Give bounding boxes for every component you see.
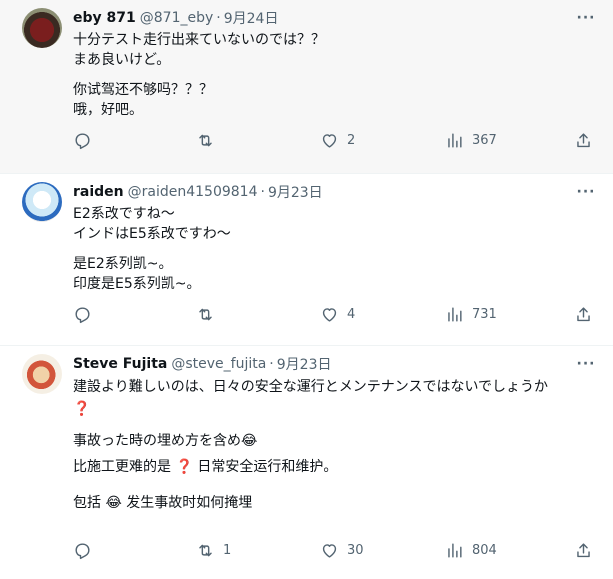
views-icon (448, 132, 462, 148)
reply-button[interactable] (73, 305, 100, 324)
like-count: 4 (347, 306, 356, 322)
retweet-button[interactable] (196, 131, 223, 150)
like-button[interactable]: 2 (320, 131, 355, 150)
like-button[interactable]: 4 (320, 305, 355, 324)
reply-icon (75, 306, 90, 323)
user-handle[interactable]: @steve_fujita (171, 356, 266, 372)
share-icon (577, 542, 590, 557)
like-count: 30 (347, 542, 364, 558)
tweet-line: 哦，好吧。 (73, 102, 143, 118)
timestamp[interactable]: 9月23日 (268, 182, 323, 202)
like-icon (322, 543, 337, 558)
tweet-line: 十分テスト走行出来ていないのでは？？ (73, 32, 325, 48)
timestamp[interactable]: 9月23日 (277, 354, 332, 374)
action-bar: 4 731 (73, 304, 597, 324)
tweet-text: E2系改ですね〜 インドはE5系改ですわ〜 是E2系列凯~。 印度是E5系列凯~… (73, 204, 597, 294)
tweet[interactable]: raiden @raiden41509814 · 9月23日 ··· E2系改で… (0, 174, 613, 346)
share-button[interactable] (574, 305, 593, 324)
share-icon (577, 132, 590, 147)
tweet-text: 十分テスト走行出来ていないのでは？？ まあ良いけど。 你试驾还不够吗？？？ 哦，… (73, 30, 597, 120)
tweet[interactable]: eby 871 @871_eby · 9月24日 ··· 十分テスト走行出来てい… (0, 0, 613, 174)
tweet-text-segment: 日常安全运行和维护。 (197, 459, 338, 475)
retweet-button[interactable] (196, 305, 223, 324)
question-emoji: ❓ (175, 459, 193, 475)
tweet-line: 建設より難しいのは、日々の安全な運行とメンテナンスではないでしょうか (73, 379, 549, 395)
avatar[interactable] (22, 354, 62, 394)
like-icon (322, 133, 337, 148)
laughing-emoji: 😂 (105, 495, 122, 511)
tweet-line: E2系改ですね〜 (73, 206, 175, 222)
tweet-text-segment: 发生事故时如何掩埋 (126, 495, 253, 511)
separator-dot: · (216, 10, 221, 26)
more-icon[interactable]: ··· (575, 354, 597, 374)
retweet-icon (199, 308, 212, 320)
tweet-line: 印度是E5系列凯~。 (73, 276, 201, 292)
avatar[interactable] (22, 182, 62, 222)
like-icon (322, 307, 337, 322)
action-bar: 1 30 804 (73, 540, 597, 560)
tweet-line: 是E2系列凯~。 (73, 256, 173, 272)
reply-button[interactable] (73, 131, 100, 150)
tweet-header: Steve Fujita @steve_fujita · 9月23日 (73, 354, 597, 374)
retweet-icon (199, 544, 212, 556)
tweet-line: インドはE5系改ですわ〜 (73, 226, 231, 242)
more-icon[interactable]: ··· (575, 8, 597, 28)
retweet-count: 1 (223, 542, 232, 558)
user-handle[interactable]: @raiden41509814 (128, 184, 258, 200)
share-button[interactable] (574, 541, 593, 560)
views-button[interactable]: 367 (445, 131, 497, 150)
display-name[interactable]: Steve Fujita (73, 356, 167, 372)
tweet-text-segment: 比施工更难的是 (73, 459, 171, 475)
user-handle[interactable]: @871_eby (140, 10, 214, 26)
share-button[interactable] (574, 131, 593, 150)
tweet-header: raiden @raiden41509814 · 9月23日 (73, 182, 597, 202)
action-bar: 2 367 (73, 130, 597, 150)
views-icon (448, 542, 462, 558)
tweet[interactable]: Steve Fujita @steve_fujita · 9月23日 ··· 建… (0, 346, 613, 579)
question-emoji: ❓ (73, 401, 91, 417)
tweet-line: 事故った時の埋め方を含め😂 (73, 433, 258, 449)
timestamp[interactable]: 9月24日 (224, 8, 279, 28)
retweet-button[interactable]: 1 (196, 541, 231, 560)
display-name[interactable]: raiden (73, 184, 124, 200)
views-count: 367 (472, 132, 497, 148)
reply-button[interactable] (73, 541, 100, 560)
views-count: 731 (472, 306, 497, 322)
reply-icon (75, 132, 90, 149)
separator-dot: · (260, 184, 265, 200)
tweet-line: 包括 😂 发生事故时如何掩埋 (73, 492, 597, 514)
more-icon[interactable]: ··· (575, 182, 597, 202)
separator-dot: · (269, 356, 274, 372)
like-button[interactable]: 30 (320, 541, 364, 560)
views-count: 804 (472, 542, 497, 558)
tweet-line: 你试驾还不够吗？？？ (73, 82, 213, 98)
avatar[interactable] (22, 8, 62, 48)
tweet-line: まあ良いけど。 (73, 52, 171, 68)
tweet-line: 比施工更难的是 ❓ 日常安全运行和维护。 (73, 456, 597, 478)
views-button[interactable]: 731 (445, 305, 497, 324)
retweet-icon (199, 134, 212, 146)
reply-icon (75, 542, 90, 559)
views-button[interactable]: 804 (445, 541, 497, 560)
tweet-header: eby 871 @871_eby · 9月24日 (73, 8, 597, 28)
display-name[interactable]: eby 871 (73, 10, 136, 26)
share-icon (577, 306, 590, 321)
like-count: 2 (347, 132, 356, 148)
tweet-text: 建設より難しいのは、日々の安全な運行とメンテナンスではないでしょうか ❓ 事故っ… (73, 376, 597, 514)
tweet-text-segment: 包括 (73, 495, 101, 511)
views-icon (448, 306, 462, 322)
